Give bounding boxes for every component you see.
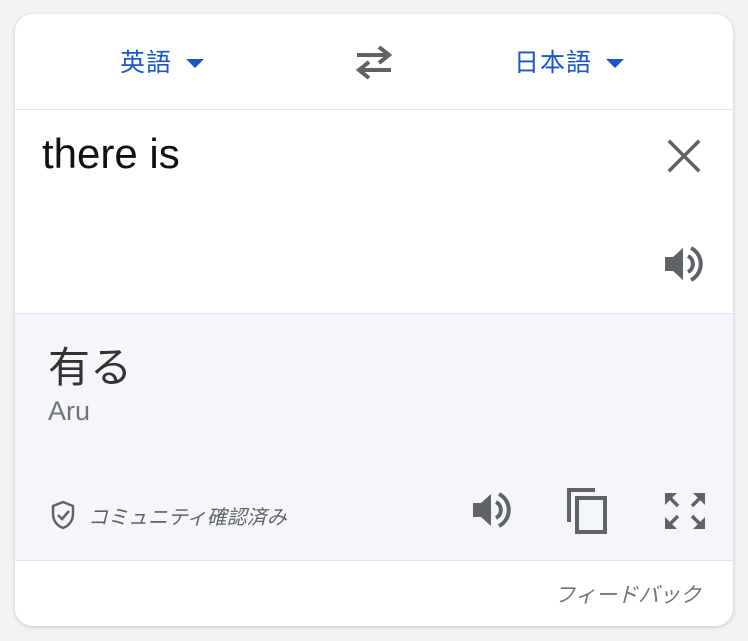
source-language-dropdown[interactable]: 英語 [120,44,205,78]
swap-arrows-icon [355,45,393,80]
translation-output-area: 有る Aru コミュニティ確認済み [15,313,733,561]
swap-languages-button[interactable] [353,44,395,80]
source-language-label: 英語 [120,48,173,77]
close-icon [667,139,701,173]
target-language-dropdown[interactable]: 日本語 [514,44,625,78]
community-verified-badge: コミュニティ確認済み [50,500,287,530]
listen-translation-button[interactable] [471,490,515,530]
romanization-text: Aru [48,396,91,426]
feedback-link[interactable]: フィードバック [554,579,701,609]
fullscreen-button[interactable] [663,489,707,533]
speaker-icon [665,246,703,282]
copy-icon [567,488,607,534]
speaker-icon [473,492,511,528]
fullscreen-icon [665,493,705,529]
source-input-area[interactable]: there is [15,110,733,313]
listen-source-button[interactable] [663,244,707,284]
community-verified-label: コミュニティ確認済み [88,504,287,529]
target-language-label: 日本語 [514,48,593,77]
clear-text-button[interactable] [666,138,702,174]
translation-result: 有る [48,343,133,392]
shield-check-icon [51,500,75,530]
caret-down-icon [186,58,205,68]
card-footer: フィードバック [15,561,733,626]
translate-card: 英語 日本語 there is 有る Aru コミュニティ確認済み フィードバッ… [15,14,733,626]
caret-down-icon [606,58,625,68]
copy-translation-button[interactable] [565,486,611,536]
source-text-input[interactable]: there is [42,130,180,178]
language-bar: 英語 日本語 [15,14,733,110]
